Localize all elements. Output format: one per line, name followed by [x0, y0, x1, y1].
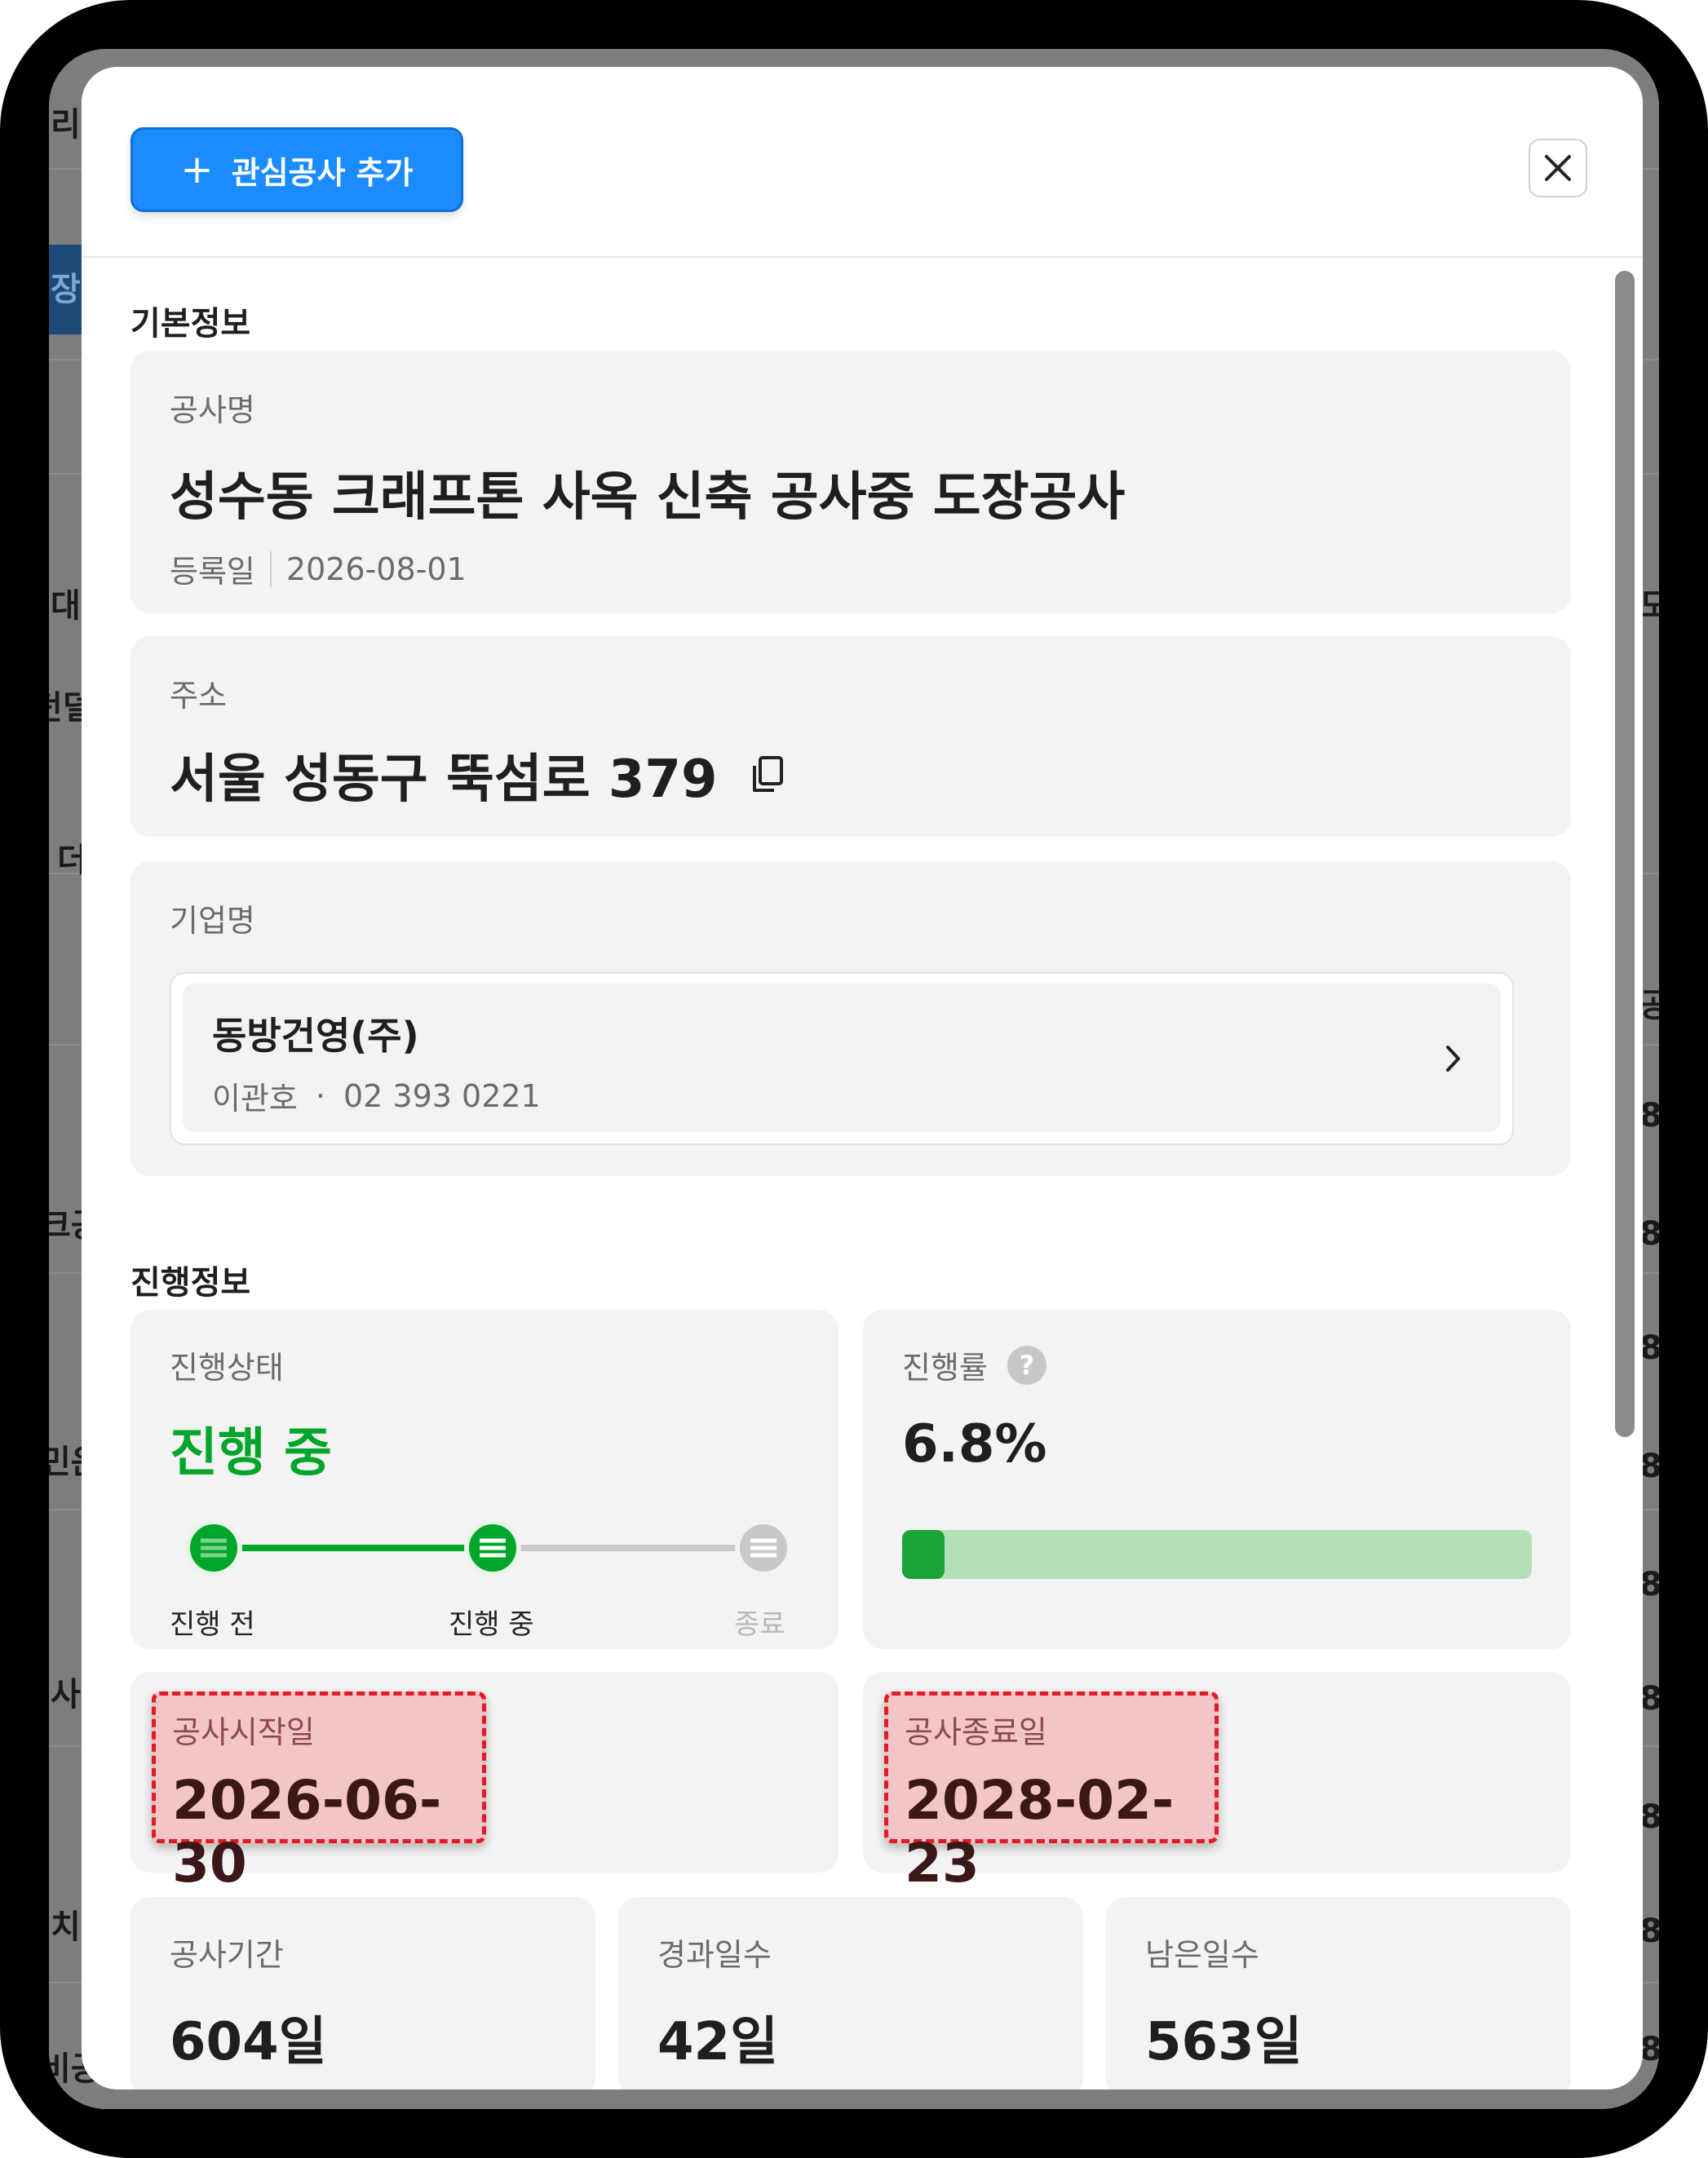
registered-label: 등록일	[170, 554, 255, 590]
contact-separator: ·	[315, 1077, 325, 1114]
project-name-label: 공사명	[170, 392, 255, 428]
rate-label-row: 진행률 ?	[902, 1342, 1046, 1387]
elapsed-value: 42일	[657, 2012, 778, 2072]
address-card: 주소 서울 성동구 뚝섬로 379	[131, 636, 1571, 837]
contact-phone: 02 393 0221	[343, 1077, 541, 1114]
progress-bar	[902, 1530, 1532, 1579]
plus-icon: +	[180, 147, 214, 192]
start-date-value: 2026-06-30	[172, 1769, 442, 1895]
close-button[interactable]	[1529, 139, 1587, 197]
end-date-card: 공사종료일 2028-02-23	[863, 1672, 1571, 1895]
company-contact: 이관호 · 02 393 0221	[212, 1073, 541, 1118]
background-text: 사	[51, 1676, 81, 1714]
company-item[interactable]: 동방건영(주) 이관호 · 02 393 0221	[183, 984, 1501, 1132]
background-text: 대	[51, 587, 81, 625]
end-date-value: 2028-02-23	[905, 1769, 1175, 1895]
progress-bar-fill	[902, 1530, 945, 1579]
start-date-highlight: 공사시작일 2026-06-30	[152, 1691, 486, 1895]
contact-name: 이관호	[212, 1081, 298, 1117]
company-name: 동방건영(주)	[212, 1014, 419, 1058]
add-interest-project-button[interactable]: + 관심공사 추가	[131, 127, 463, 212]
end-date-label: 공사종료일	[905, 1714, 1047, 1750]
question-icon[interactable]: ?	[1007, 1345, 1046, 1385]
step-end-icon	[735, 1519, 792, 1576]
start-date-card: 공사시작일 2026-06-30	[131, 1672, 839, 1895]
step-label-active: 진행 중	[449, 1608, 534, 1641]
registered-date: 2026-08-01	[285, 551, 467, 587]
rate-value: 6.8%	[902, 1414, 1047, 1475]
chevron-right-icon	[1446, 1046, 1460, 1072]
background-text: 장	[51, 271, 81, 308]
remaining-label: 남은일수	[1145, 1937, 1259, 1973]
company-link[interactable]: 동방건영(주) 이관호 · 02 393 0221	[170, 972, 1514, 1145]
project-name: 성수동 크래프톤 사옥 신축 공사중 도장공사	[170, 467, 1126, 528]
step-label-end: 종료	[734, 1608, 785, 1641]
address-row: 서울 성동구 뚝섬로 379	[170, 737, 785, 812]
start-date-label: 공사시작일	[172, 1714, 315, 1750]
status-label: 진행상태	[170, 1350, 284, 1386]
status-value: 진행 중	[170, 1423, 332, 1484]
step-active-icon	[464, 1519, 521, 1576]
duration-label: 공사기간	[170, 1937, 284, 1973]
close-icon	[1545, 155, 1571, 181]
modal-header: + 관심공사 추가	[82, 67, 1643, 258]
background-text: 치	[51, 1908, 81, 1946]
elapsed-card: 경과일수 42일	[618, 1897, 1083, 2089]
background-text: 리	[51, 106, 81, 144]
registered-divider	[269, 551, 272, 587]
basic-info-title: 기본정보	[131, 305, 251, 343]
duration-card: 공사기간 604일	[131, 1897, 595, 2089]
progress-info-title: 진행정보	[131, 1264, 251, 1302]
remaining-value: 563일	[1145, 2012, 1303, 2072]
company-label: 기업명	[170, 903, 255, 939]
address-label: 주소	[170, 678, 227, 714]
device-screen: 리 장 대 던덜 더 크공 민운 사 치 비공 도 공 8 8 8 8 8 8 …	[49, 49, 1659, 2109]
duration-value: 604일	[170, 2012, 327, 2072]
copy-icon	[753, 756, 784, 792]
device-frame: 리 장 대 던덜 더 크공 민운 사 치 비공 도 공 8 8 8 8 8 8 …	[0, 0, 1708, 2158]
step-before-icon	[185, 1519, 242, 1576]
project-detail-modal: + 관심공사 추가 기본정보 공사명 성수동 크래프톤 사옥 신축 공사중 도장…	[82, 67, 1643, 2089]
project-name-card: 공사명 성수동 크래프톤 사옥 신축 공사중 도장공사 등록일 2026-08-…	[131, 351, 1571, 613]
add-interest-project-label: 관심공사 추가	[231, 154, 414, 191]
end-date-highlight: 공사종료일 2028-02-23	[884, 1691, 1219, 1895]
registered-row: 등록일 2026-08-01	[170, 546, 467, 591]
address-value: 서울 성동구 뚝섬로 379	[170, 750, 718, 810]
scrollbar[interactable]	[1615, 271, 1635, 1437]
remaining-card: 남은일수 563일	[1106, 1897, 1571, 2089]
elapsed-label: 경과일수	[657, 1937, 772, 1973]
progress-rate-card: 진행률 ? 6.8%	[863, 1310, 1571, 1649]
status-card: 진행상태 진행 중 진행 전 진행 중 종료	[131, 1310, 839, 1649]
rate-label: 진행률	[902, 1350, 988, 1386]
copy-address-button[interactable]	[750, 754, 785, 795]
status-stepper	[185, 1519, 792, 1576]
step-label-before: 진행 전	[170, 1608, 255, 1641]
